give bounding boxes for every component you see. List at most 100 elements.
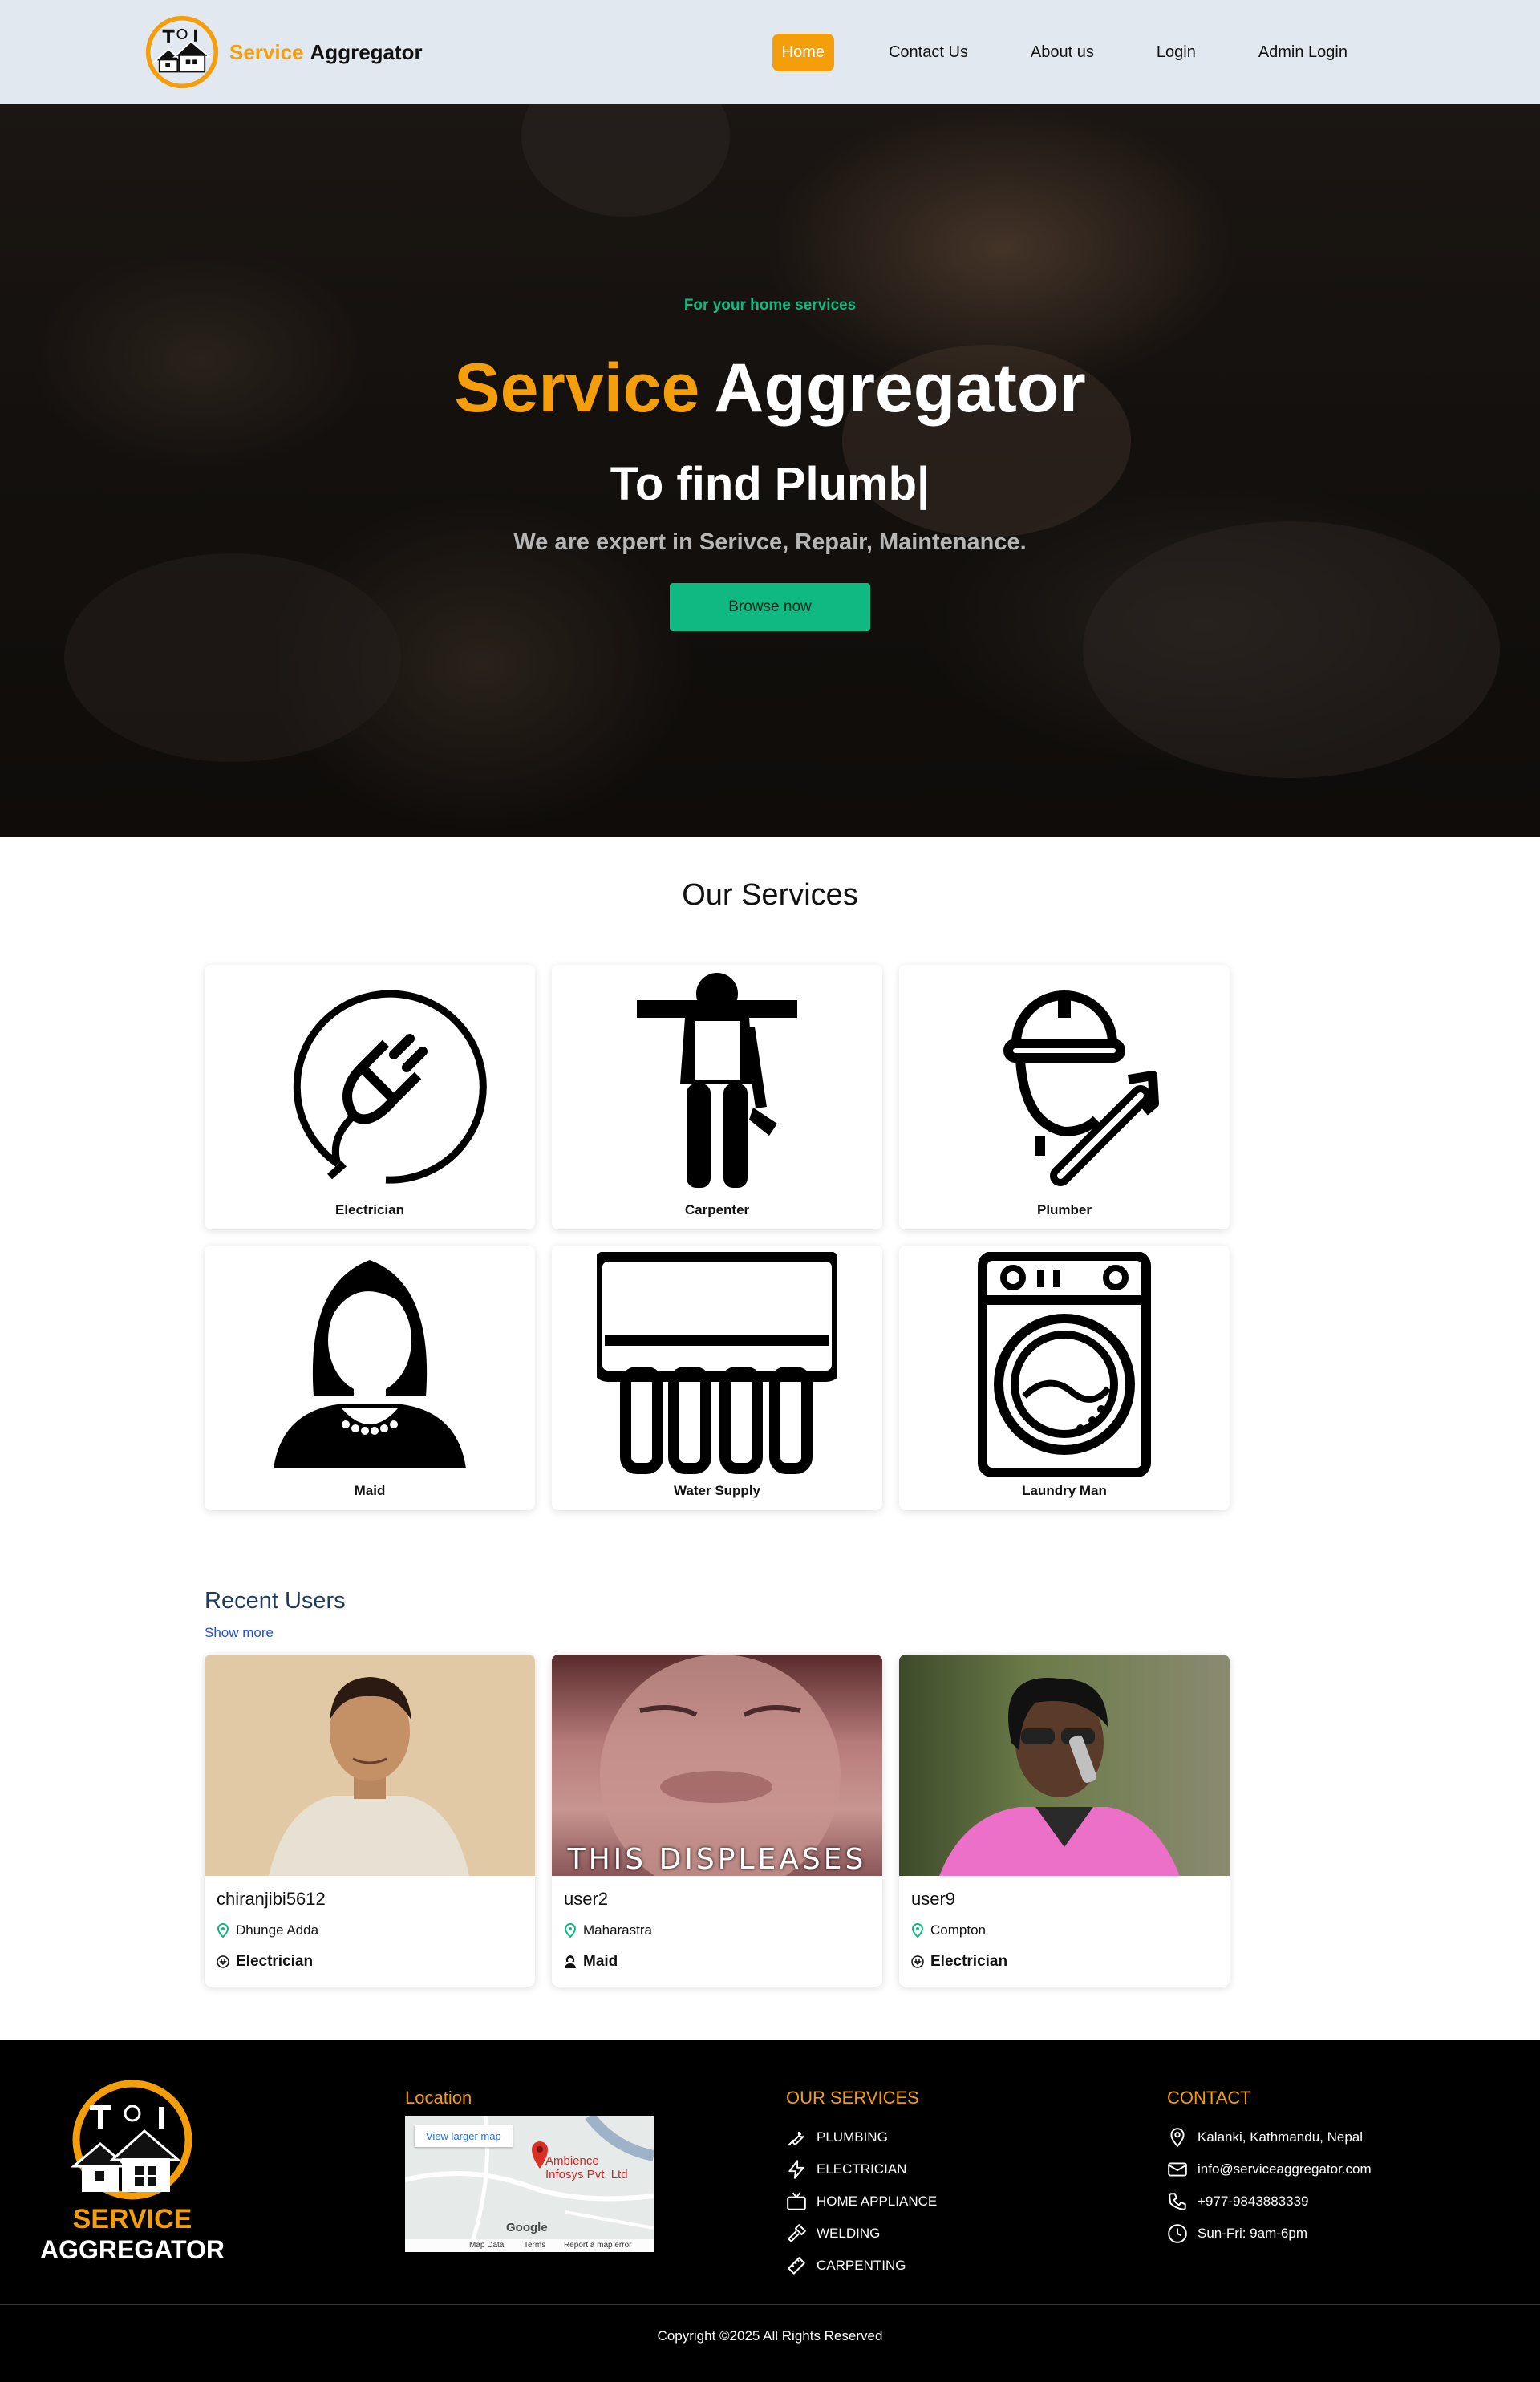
hero-typing-text: To find Plumb|	[610, 458, 930, 510]
brand[interactable]: Service Aggregator	[144, 14, 423, 90]
phone-icon	[1169, 2193, 1186, 2210]
footer-service-label: WELDING	[817, 2226, 881, 2241]
location-map[interactable]: View larger map Ambience Infosys Pvt. Lt…	[405, 2116, 654, 2252]
user-profession: Electrician	[911, 1953, 1007, 1971]
brand-name-part1: Service	[229, 39, 304, 64]
tv-icon	[787, 2192, 806, 2210]
hero-title: Service Aggregator	[0, 349, 1540, 428]
footer-services-list: PLUMBING ELECTRICIAN HOME APPLIANCE WELD…	[786, 2121, 937, 2282]
brand-name-part2: Aggregator	[310, 39, 423, 64]
navbar: Service Aggregator Home Contact Us About …	[0, 0, 1540, 104]
service-label: Plumber	[1036, 1202, 1092, 1217]
contact-email-text: info@serviceaggregator.com	[1198, 2161, 1372, 2177]
service-card-carpenter[interactable]: Carpenter	[552, 965, 882, 1229]
hero-section: For your home services Service Aggregator…	[0, 104, 1540, 837]
footer-divider	[0, 2304, 1540, 2305]
contact-phone[interactable]: +977-9843883339	[1167, 2186, 1372, 2218]
footer-service-label: ELECTRICIAN	[817, 2161, 907, 2177]
user-avatar	[899, 1655, 1230, 1876]
map-data-link[interactable]: Map Data	[469, 2241, 504, 2250]
hero-title-part1: Service	[454, 350, 700, 427]
location-heading: Location	[405, 2088, 472, 2108]
service-label: Electrician	[335, 1202, 404, 1217]
service-label: Laundry Man	[1022, 1483, 1107, 1498]
footer: SERVICE AGGREGATOR Location View larger …	[0, 2040, 1540, 2382]
user-profession-text: Electrician	[236, 1953, 314, 1970]
location-pin-icon	[911, 1923, 924, 1938]
view-larger-map-link[interactable]: View larger map	[415, 2125, 513, 2147]
map-place-line1: Ambience	[545, 2154, 599, 2168]
service-card-electrician[interactable]: Electrician	[205, 965, 535, 1229]
footer-logo-line2: AGGREGATOR	[40, 2235, 225, 2264]
contact-hours-text: Sun-Fri: 9am-6pm	[1198, 2226, 1307, 2241]
services-title: Our Services	[682, 878, 858, 912]
user-location-text: Dhunge Adda	[236, 1922, 319, 1938]
user-profession: Electrician	[217, 1953, 313, 1971]
contact-hours: Sun-Fri: 9am-6pm	[1167, 2218, 1372, 2250]
plug-small-icon	[911, 1955, 924, 1968]
user-name: chiranjibi5612	[217, 1889, 326, 1909]
plumber-icon	[1003, 990, 1159, 1186]
ruler-icon	[788, 2257, 805, 2275]
user-location: Compton	[911, 1922, 986, 1938]
browse-now-button[interactable]: Browse now	[670, 583, 870, 631]
nav-home[interactable]: Home	[772, 34, 834, 71]
google-logo: Google	[506, 2221, 548, 2234]
user-profession-text: Maid	[583, 1953, 618, 1970]
services-heading: OUR SERVICES	[786, 2088, 919, 2108]
plug-small-icon	[217, 1955, 229, 1968]
nav-links: Home Contact Us About us Login Admin Log…	[772, 34, 1356, 71]
footer-service-label: CARPENTING	[817, 2258, 906, 2273]
user-profession: Maid	[564, 1953, 618, 1971]
user-card[interactable]: user9 Compton Electrician	[899, 1655, 1230, 1987]
user-location: Dhunge Adda	[217, 1922, 318, 1938]
washing-machine-icon	[978, 1252, 1151, 1477]
contact-address: Kalanki, Kathmandu, Nepal	[1167, 2121, 1372, 2153]
map-terms-link[interactable]: Terms	[524, 2241, 545, 2250]
brand-logo-icon	[145, 15, 219, 89]
user-avatar	[205, 1655, 535, 1876]
contact-heading: CONTACT	[1167, 2088, 1251, 2108]
map-report-link[interactable]: Report a map error	[564, 2241, 631, 2250]
footer-service-carpenting[interactable]: CARPENTING	[786, 2250, 937, 2282]
wrench-icon	[788, 2131, 804, 2146]
location-pin-icon	[217, 1923, 229, 1938]
service-card-laundry-man[interactable]: Laundry Man	[899, 1246, 1230, 1510]
clock-icon	[1168, 2224, 1187, 2243]
recent-users-title: Recent Users	[205, 1588, 346, 1614]
mail-icon	[1168, 2162, 1187, 2177]
hero-tagline: For your home services	[683, 297, 857, 314]
footer-service-plumbing[interactable]: PLUMBING	[786, 2121, 937, 2153]
footer-service-welding[interactable]: WELDING	[786, 2218, 937, 2250]
footer-logo: SERVICE AGGREGATOR	[40, 2080, 225, 2264]
footer-service-home-appliance[interactable]: HOME APPLIANCE	[786, 2186, 937, 2218]
map-footer-bar: Map Data Terms Report a map error	[405, 2239, 654, 2252]
hammer-icon	[788, 2224, 806, 2242]
nav-about-us[interactable]: About us	[1023, 34, 1102, 71]
user-location-text: Maharastra	[583, 1922, 652, 1938]
hero-title-part2: Aggregator	[714, 350, 1086, 427]
user-location: Maharastra	[564, 1922, 652, 1938]
user-avatar: THIS DISPLEASES	[552, 1655, 882, 1876]
nav-login[interactable]: Login	[1149, 34, 1204, 71]
footer-service-label: PLUMBING	[817, 2129, 888, 2145]
user-card[interactable]: chiranjibi5612 Dhunge Adda Electrician	[205, 1655, 535, 1987]
nav-contact-us[interactable]: Contact Us	[881, 34, 976, 71]
contact-phone-text: +977-9843883339	[1198, 2194, 1309, 2209]
service-card-maid[interactable]: Maid	[205, 1246, 535, 1510]
show-more-link[interactable]: Show more	[205, 1625, 274, 1641]
service-card-water-supply[interactable]: Water Supply	[552, 1246, 882, 1510]
service-card-plumber[interactable]: Plumber	[899, 965, 1230, 1229]
contact-email[interactable]: info@serviceaggregator.com	[1167, 2153, 1372, 2186]
footer-service-electrician[interactable]: ELECTRICIAN	[786, 2153, 937, 2186]
user-name: user9	[911, 1889, 956, 1909]
maid-small-icon	[565, 1955, 576, 1968]
map-place-line2: Infosys Pvt. Ltd	[545, 2168, 628, 2181]
user-card[interactable]: THIS DISPLEASES user2 Maharastra Maid	[552, 1655, 882, 1987]
contact-address-text: Kalanki, Kathmandu, Nepal	[1198, 2129, 1364, 2145]
copyright: Copyright ©2025 All Rights Reserved	[657, 2328, 883, 2344]
map-pin-icon	[1170, 2128, 1185, 2148]
user-profession-text: Electrician	[930, 1953, 1008, 1970]
nav-admin-login[interactable]: Admin Login	[1250, 34, 1356, 71]
carpenter-icon	[637, 973, 797, 1188]
